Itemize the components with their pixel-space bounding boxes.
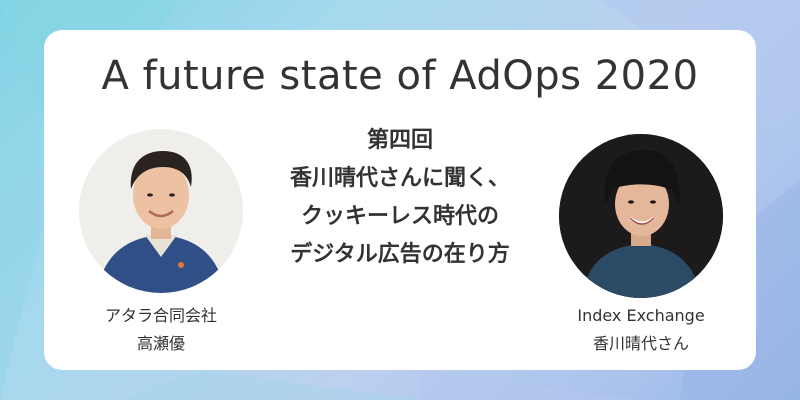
banner-title: A future state of AdOps 2020 bbox=[101, 53, 699, 99]
woman-portrait-image bbox=[559, 134, 723, 298]
man-portrait-image bbox=[79, 129, 243, 293]
speaker-company-left: アタラ合同会社 bbox=[104, 306, 217, 325]
episode-heading: 第四回 香川晴代さんに聞く、 クッキーレス時代の デジタル広告の在り方 bbox=[250, 122, 550, 274]
episode-number: 第四回 bbox=[366, 128, 433, 153]
episode-subtitle-line-3: デジタル広告の在り方 bbox=[290, 242, 510, 267]
episode-subtitle-line-2: クッキーレス時代の bbox=[300, 204, 499, 229]
speaker-photo-left bbox=[79, 129, 243, 293]
speaker-caption-left: アタラ合同会社 高瀬優 bbox=[61, 302, 261, 358]
speaker-photo-right bbox=[559, 134, 723, 298]
speaker-company-right: Index Exchange bbox=[577, 306, 705, 325]
speaker-name-left: 高瀬優 bbox=[136, 334, 185, 353]
episode-subtitle-line-1: 香川晴代さんに聞く、 bbox=[289, 166, 510, 191]
speaker-caption-right: Index Exchange 香川晴代さん bbox=[541, 302, 741, 358]
speaker-name-right: 香川晴代さん bbox=[592, 334, 689, 353]
banner-card: A future state of AdOps 2020 第四回 香川晴代さんに… bbox=[44, 30, 756, 370]
